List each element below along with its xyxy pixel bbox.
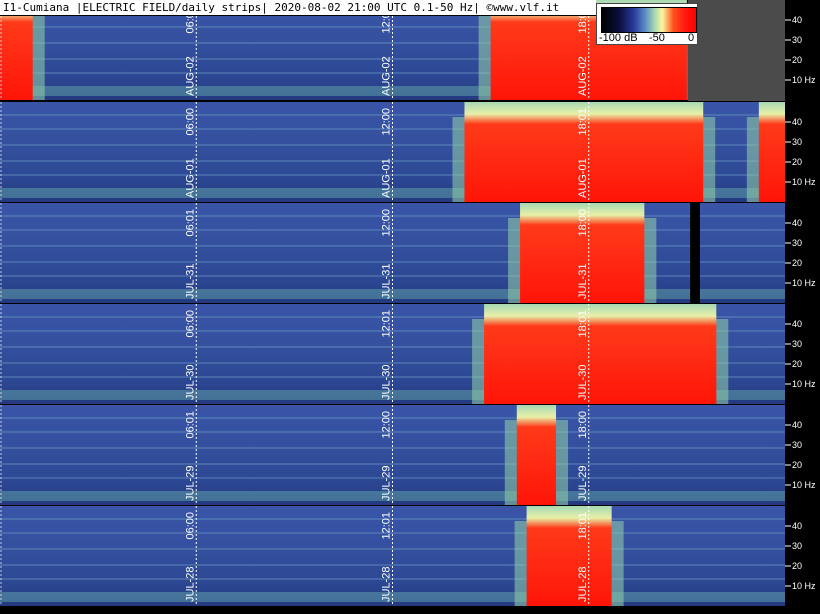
chart-title: I1-Cumiana |ELECTRIC FIELD/daily strips|…	[0, 0, 596, 16]
marker-time-label: 12:00	[381, 209, 393, 237]
day-label: JUL-29	[381, 466, 393, 501]
frequency-tick-label: 40	[792, 218, 802, 228]
day-label: AUG-01	[577, 158, 589, 198]
frequency-axis	[785, 203, 820, 303]
frequency-tick-label: 30	[792, 440, 802, 450]
day-label: JUL-31	[381, 264, 393, 299]
strip-jul-29: 06:01 JUL-29 12:00 JUL-29 18:00 JUL-29 40 30 20 1…	[0, 404, 820, 505]
frequency-axis	[785, 506, 820, 606]
marker-time-label: 12:01	[381, 512, 393, 540]
harmonic-band	[0, 261, 785, 263]
strip-jul-28: 06:00 JUL-28 12:01 JUL-28 18:01 JUL-28 40 30 20 1…	[0, 505, 820, 606]
harmonic-band	[0, 447, 785, 449]
frequency-tick-label: 30	[792, 35, 802, 45]
scale-label-mid: -50	[649, 32, 665, 44]
marker-time-label: 06:00	[184, 512, 196, 540]
frequency-tick-label: 20	[792, 157, 802, 167]
high-intensity-region	[484, 304, 717, 404]
frequency-tick-label: 40	[792, 117, 802, 127]
frequency-tick-label: 10 Hz	[792, 177, 816, 187]
high-intensity-region	[758, 102, 785, 202]
day-label: AUG-01	[184, 158, 196, 198]
harmonic-band	[0, 564, 785, 566]
scale-label-min: -100 dB	[599, 32, 638, 44]
harmonic-band	[0, 463, 785, 465]
strip-jul-31: 06:01 JUL-31 12:00 JUL-31 18:00 JUL-31 40 30 20 1…	[0, 202, 820, 303]
frequency-tick-label: 30	[792, 137, 802, 147]
harmonic-band	[0, 532, 785, 534]
marker-time-label: 06:01	[184, 209, 196, 237]
high-intensity-region	[516, 405, 557, 505]
low-frequency-band	[0, 289, 785, 299]
day-label: AUG-01	[381, 158, 393, 198]
frequency-axis	[785, 102, 820, 202]
marker-time-label: 12:00	[381, 108, 393, 136]
strip-separator	[0, 303, 820, 304]
day-label: JUL-28	[184, 567, 196, 602]
frequency-tick-label: 10 Hz	[792, 480, 816, 490]
marker-time-label: 06:01	[184, 411, 196, 439]
frequency-tick-label: 20	[792, 460, 802, 470]
no-data-area	[688, 0, 785, 101]
frequency-tick-label: 20	[792, 561, 802, 571]
marker-time-label: 06:00	[184, 108, 196, 136]
frequency-tick-label: 20	[792, 359, 802, 369]
marker-time-label: 18:01	[577, 512, 589, 540]
frequency-tick-label: 10 Hz	[792, 379, 816, 389]
frequency-tick-label: 40	[792, 15, 802, 25]
frequency-tick-label: 20	[792, 258, 802, 268]
marker-time-label: 12:01	[381, 310, 393, 338]
marker-time-label: 18:00	[577, 411, 589, 439]
day-label: JUL-29	[184, 466, 196, 501]
strip-separator	[0, 404, 820, 405]
frequency-tick-label: 40	[792, 521, 802, 531]
strip-separator	[0, 505, 820, 506]
color-scale-legend: -100 dB -50 0	[596, 3, 698, 45]
frequency-tick-label: 10 Hz	[792, 581, 816, 591]
scale-label-max: 0	[688, 32, 695, 44]
data-gap	[690, 203, 700, 303]
day-label: JUL-29	[577, 466, 589, 501]
frequency-tick-label: 30	[792, 238, 802, 248]
low-frequency-band	[0, 592, 785, 602]
strip-separator	[0, 101, 820, 102]
low-frequency-band	[0, 491, 785, 501]
day-label: JUL-31	[184, 264, 196, 299]
marker-time-label: 18:01	[577, 310, 589, 338]
day-label: AUG-02	[184, 56, 196, 96]
frequency-tick-label: 30	[792, 541, 802, 551]
frequency-tick-label: 40	[792, 420, 802, 430]
harmonic-band	[0, 548, 785, 550]
day-label: JUL-30	[381, 365, 393, 400]
spectrogram-figure: 06:01 AUG-02 12:01 AUG-02 18:00 AUG-02 40 30 20 1…	[0, 0, 820, 614]
marker-time-label: 18:01	[577, 108, 589, 136]
day-label: JUL-30	[577, 365, 589, 400]
strip-separator	[0, 202, 820, 203]
frequency-axis	[785, 0, 820, 100]
strip-aug-01: 06:00 AUG-01 12:00 AUG-01 18:01 AUG-01 40 30 20 1…	[0, 101, 820, 202]
harmonic-band	[0, 245, 785, 247]
high-intensity-region	[526, 506, 612, 606]
harmonic-band	[0, 229, 785, 231]
marker-time-label: 18:00	[577, 209, 589, 237]
harmonic-band	[0, 431, 785, 433]
frequency-tick-label: 20	[792, 55, 802, 65]
frequency-axis	[785, 304, 820, 404]
day-label: JUL-30	[184, 365, 196, 400]
marker-time-label: 12:00	[381, 411, 393, 439]
frequency-tick-label: 10 Hz	[792, 278, 816, 288]
strip-jul-30: 06:00 JUL-30 12:01 JUL-30 18:01 JUL-30 40 30 20 1…	[0, 303, 820, 404]
frequency-axis	[785, 405, 820, 505]
day-label: JUL-31	[577, 264, 589, 299]
day-label: AUG-02	[381, 56, 393, 96]
frequency-tick-label: 30	[792, 339, 802, 349]
day-label: JUL-28	[381, 567, 393, 602]
frequency-tick-label: 10 Hz	[792, 75, 816, 85]
frequency-tick-label: 40	[792, 319, 802, 329]
day-label: AUG-02	[577, 56, 589, 96]
day-label: JUL-28	[577, 567, 589, 602]
marker-time-label: 06:00	[184, 310, 196, 338]
color-scale-bar	[601, 7, 697, 33]
